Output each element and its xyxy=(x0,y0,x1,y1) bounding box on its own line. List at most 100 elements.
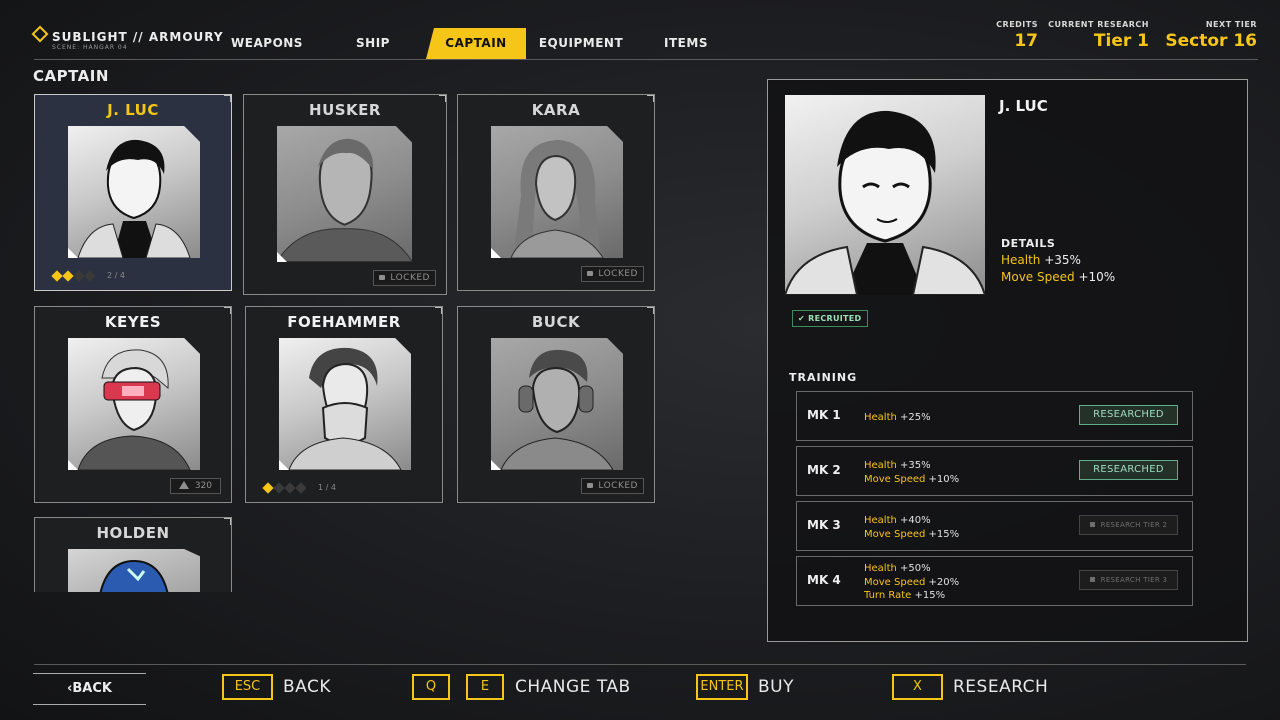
current-research-label: CURRENT RESEARCH xyxy=(1048,20,1149,29)
captain-name: BUCK xyxy=(531,313,581,331)
recruited-label: RECRUITED xyxy=(808,314,862,323)
researched-button[interactable]: RESEARCHED xyxy=(1079,405,1178,425)
stat-value: +25% xyxy=(900,412,931,423)
research-tier-label: RESEARCH TIER 2 xyxy=(1100,521,1168,529)
check-icon: ✔ xyxy=(798,314,806,323)
mk-stats: Health +25% xyxy=(864,411,931,425)
mk-stats: Health +35% Move Speed +10% xyxy=(864,459,959,486)
stat-key: Health xyxy=(864,515,897,526)
credits-value: 17 xyxy=(1014,31,1038,51)
locked-badge: LOCKED xyxy=(581,266,644,282)
detail-captain-name: J. LUC xyxy=(999,97,1048,115)
credits-stat: CREDITS 17 xyxy=(996,20,1038,51)
researched-button[interactable]: RESEARCHED xyxy=(1079,460,1178,480)
tab-captain[interactable]: CAPTAIN xyxy=(426,28,526,59)
tab-ship[interactable]: SHIP xyxy=(320,28,426,59)
tab-weapons[interactable]: WEAPONS xyxy=(214,28,320,59)
header-divider xyxy=(34,59,1258,60)
footer-divider xyxy=(34,664,1246,665)
esc-key-hint[interactable]: ESC xyxy=(222,674,273,700)
mk-label: MK 4 xyxy=(807,573,841,587)
research-tier-button[interactable]: RESEARCH TIER 2 xyxy=(1079,515,1178,535)
level-indicator: 2 / 4 xyxy=(51,269,125,282)
stat-key: Move Speed xyxy=(864,528,926,540)
captain-card-jluc[interactable]: J. LUC 2 / 4 xyxy=(34,94,232,291)
enter-key-hint[interactable]: ENTER xyxy=(696,674,748,700)
stat-value: +35% xyxy=(1044,253,1081,267)
stat-value: +50% xyxy=(900,563,931,574)
captain-name: HUSKER xyxy=(309,101,381,119)
research-label: RESEARCH xyxy=(953,677,1049,697)
details-heading: DETAILS xyxy=(1001,237,1056,250)
tab-bar: WEAPONS SHIP CAPTAIN EQUIPMENT ITEMS xyxy=(214,28,736,59)
captain-card-keyes[interactable]: KEYES 320 xyxy=(34,306,232,503)
stat-value: +20% xyxy=(928,576,960,588)
locked-label: LOCKED xyxy=(598,269,638,279)
locked-label: LOCKED xyxy=(598,481,638,491)
stat-value: +10% xyxy=(928,473,960,485)
detail-stat-health: Health +35% xyxy=(1001,253,1081,267)
captain-portrait xyxy=(68,338,200,470)
research-tier-button[interactable]: RESEARCH TIER 3 xyxy=(1079,570,1178,590)
brand-subtitle: SCENE: HANGAR 04 xyxy=(52,44,128,51)
captain-name: KARA xyxy=(531,101,581,119)
current-research-value: Tier 1 xyxy=(1093,31,1149,51)
training-row-mk2: MK 2 Health +35% Move Speed +10% RESEARC… xyxy=(796,446,1193,496)
training-row-mk4: MK 4 Health +50% Move Speed +20% Turn Ra… xyxy=(796,556,1193,606)
training-heading: TRAINING xyxy=(789,371,858,384)
q-key-hint[interactable]: Q xyxy=(412,674,450,700)
level-diamond-icon xyxy=(84,269,96,282)
next-tier-label: NEXT TIER xyxy=(1205,20,1257,29)
level-diamond-icon xyxy=(295,481,307,494)
tab-items[interactable]: ITEMS xyxy=(636,28,736,59)
mk-label: MK 3 xyxy=(807,518,841,532)
esc-key-label: BACK xyxy=(283,677,332,697)
level-indicator: 1 / 4 xyxy=(262,481,336,494)
stat-key: Move Speed xyxy=(864,576,926,588)
locked-label: LOCKED xyxy=(390,273,430,283)
mk-stats: Health +40% Move Speed +15% xyxy=(864,514,959,541)
captain-portrait xyxy=(491,338,623,470)
currency-triangle-icon xyxy=(178,481,189,489)
stat-key: Health xyxy=(864,412,897,423)
research-tier-label: RESEARCH TIER 3 xyxy=(1100,576,1168,584)
captain-name: J. LUC xyxy=(107,101,159,119)
stat-value: +15% xyxy=(914,590,946,601)
captain-card-holden[interactable]: HOLDEN xyxy=(34,517,232,592)
cost-value: 320 xyxy=(194,481,212,491)
lock-icon xyxy=(587,271,594,276)
captain-portrait xyxy=(68,549,200,592)
training-row-mk1: MK 1 Health +25% RESEARCHED xyxy=(796,391,1193,441)
captain-name: KEYES xyxy=(104,313,162,331)
e-key-hint[interactable]: E xyxy=(466,674,504,700)
change-tab-label: CHANGE TAB xyxy=(515,677,631,697)
stat-key: Health xyxy=(864,563,897,574)
level-count: 2 / 4 xyxy=(107,271,125,280)
buy-label: BUY xyxy=(758,677,794,697)
captain-card-buck[interactable]: BUCK LOCKED xyxy=(457,306,655,503)
captain-card-foehammer[interactable]: FOEHAMMER 1 / 4 xyxy=(245,306,443,503)
captain-portrait xyxy=(491,126,623,258)
training-row-mk3: MK 3 Health +40% Move Speed +15% RESEARC… xyxy=(796,501,1193,551)
lock-icon xyxy=(587,483,594,488)
captain-portrait xyxy=(277,126,412,262)
captain-detail-panel: J. LUC DETAILS Health +35% Move Speed +1… xyxy=(767,79,1248,642)
stat-key: Health xyxy=(864,460,897,471)
stat-key: Move Speed xyxy=(1001,270,1075,284)
stat-value: +40% xyxy=(900,515,931,526)
x-key-hint[interactable]: X xyxy=(892,674,943,700)
lock-icon xyxy=(379,275,386,280)
captain-card-husker[interactable]: HUSKER LOCKED xyxy=(243,94,447,295)
captain-portrait xyxy=(68,126,200,258)
mk-label: MK 2 xyxy=(807,463,841,477)
captain-name: FOEHAMMER xyxy=(287,313,401,331)
locked-badge: LOCKED xyxy=(581,478,644,494)
stat-value: +35% xyxy=(900,460,931,471)
tab-equipment[interactable]: EQUIPMENT xyxy=(526,28,636,59)
captain-name: HOLDEN xyxy=(96,524,170,542)
captain-card-kara[interactable]: KARA LOCKED xyxy=(457,94,655,291)
credits-label: CREDITS xyxy=(996,20,1038,29)
diamond-logo-icon xyxy=(31,25,49,43)
locked-badge: LOCKED xyxy=(373,270,436,286)
back-button[interactable]: ‹BACK xyxy=(33,673,146,705)
